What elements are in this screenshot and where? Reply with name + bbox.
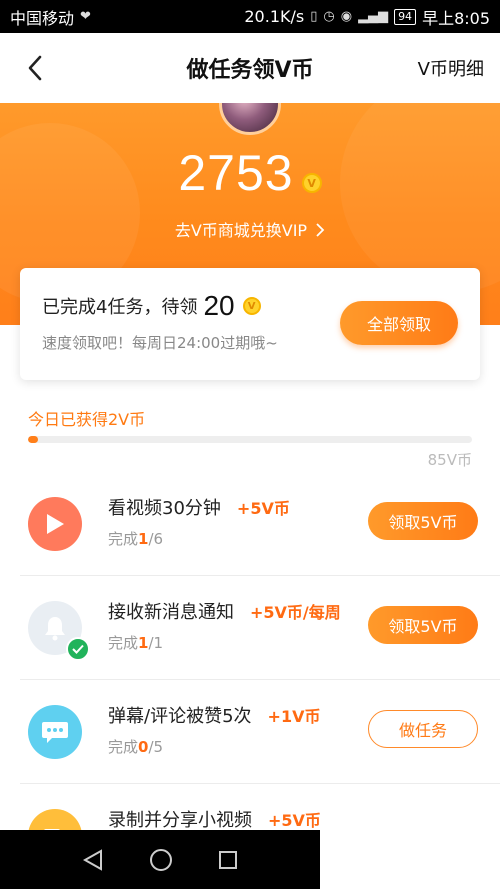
avatar[interactable]: [219, 103, 281, 135]
nav-bar-extension: [320, 830, 500, 889]
chevron-right-icon: [316, 223, 325, 237]
task-title: 看视频30分钟 +5V币: [108, 494, 290, 520]
task-reward: +5V币/每周: [250, 603, 341, 622]
bell-icon: [28, 601, 90, 661]
task-progress: 完成0/5: [108, 736, 163, 757]
claim-reward-button[interactable]: 领取5V币: [368, 606, 478, 644]
pending-amount: 20: [203, 290, 235, 321]
play-icon: [28, 497, 82, 551]
nav-home-icon[interactable]: [149, 848, 173, 872]
task-progress-prefix: 完成: [108, 634, 139, 652]
task-progress-total: /6: [148, 530, 164, 548]
task-title-text: 接收新消息通知: [108, 602, 234, 623]
check-icon: [66, 637, 90, 661]
task-title-text: 看视频30分钟: [108, 498, 221, 519]
task-progress-prefix: 完成: [108, 530, 139, 548]
task-title: 接收新消息通知 +5V币/每周: [108, 598, 341, 624]
vcoin-detail-link[interactable]: V币明细: [418, 55, 484, 81]
task-progress-total: /1: [148, 634, 164, 652]
task-progress-total: /5: [148, 738, 164, 756]
claim-reward-button[interactable]: 领取5V币: [368, 502, 478, 540]
task-item: 接收新消息通知 +5V币/每周 完成1/1 领取5V币: [0, 576, 500, 680]
signal-icon: ▂▄▆: [358, 9, 389, 24]
chevron-left-icon: [28, 55, 42, 81]
claim-all-button[interactable]: 全部领取: [340, 301, 458, 345]
task-item: 弹幕/评论被赞5次 +1V币 完成0/5 做任务: [0, 680, 500, 784]
task-reward: +5V币: [236, 499, 290, 518]
back-button[interactable]: [18, 51, 52, 85]
today-earned-label: 今日已获得2V币: [28, 410, 146, 429]
task-progress: 完成1/6: [108, 528, 163, 549]
vcoin-mall-link[interactable]: 去V币商城兑换VIP: [0, 217, 500, 241]
task-reward: +1V币: [267, 707, 321, 726]
nav-recents-icon[interactable]: [218, 850, 238, 870]
eye-icon: ◉: [340, 9, 353, 24]
daily-progress-bar: [28, 436, 472, 443]
nav-back-icon[interactable]: [82, 848, 104, 871]
vcoin-mall-label: 去V币商城兑换VIP: [174, 221, 308, 240]
task-progress-prefix: 完成: [108, 738, 139, 756]
system-nav-bar: [0, 830, 320, 889]
task-title-text: 弹幕/评论被赞5次: [108, 706, 252, 727]
task-reward: +5V币: [268, 811, 321, 830]
chat-bubble-icon: [28, 705, 82, 759]
task-progress: 完成1/1: [108, 632, 163, 653]
battery-indicator: 94: [394, 8, 417, 25]
task-title-text: 录制并分享小视频: [108, 810, 252, 831]
pending-summary-text: 已完成4任务，待领: [42, 297, 198, 318]
task-title: 弹幕/评论被赞5次 +1V币: [108, 702, 320, 728]
coin-balance: 2753: [178, 145, 294, 201]
status-bar: 中国移动 ❤ 20.1K/s ▯ ◷ ◉ ▂▄▆ 94 早上8:05: [0, 0, 500, 33]
pending-rewards-card: 已完成4任务，待领 20 V 速度领取吧！每周日24:00过期哦~ 全部领取: [20, 268, 480, 380]
carrier-label: 中国移动: [10, 8, 75, 28]
task-item: 看视频30分钟 +5V币 完成1/6 领取5V币: [0, 472, 500, 576]
task-title: 录制并分享小视频 +5V币: [108, 806, 321, 832]
page-title: 做任务领V币: [186, 58, 314, 83]
network-speed: 20.1K/s: [244, 7, 305, 26]
task-progress-done: 1: [138, 634, 149, 652]
pending-summary: 已完成4任务，待领 20 V: [42, 290, 261, 322]
status-time: 早上8:05: [422, 8, 490, 28]
heart-icon: ❤: [80, 9, 91, 24]
vcoin-icon: V: [242, 297, 261, 315]
pending-expiry-note: 速度领取吧！每周日24:00过期哦~: [42, 334, 278, 352]
task-progress-done: 1: [138, 530, 149, 548]
do-task-button[interactable]: 做任务: [368, 710, 478, 748]
daily-progress-fill: [28, 436, 39, 443]
alarm-icon: ◷: [323, 9, 335, 24]
vcoin-icon: V: [301, 173, 322, 193]
vibrate-icon: ▯: [310, 9, 318, 24]
task-progress-done: 0: [138, 738, 149, 756]
daily-max-label: 85V币: [427, 451, 472, 469]
app-header: 做任务领V币 V币明细: [0, 33, 500, 103]
coin-balance-row: 2753 V: [0, 145, 500, 201]
